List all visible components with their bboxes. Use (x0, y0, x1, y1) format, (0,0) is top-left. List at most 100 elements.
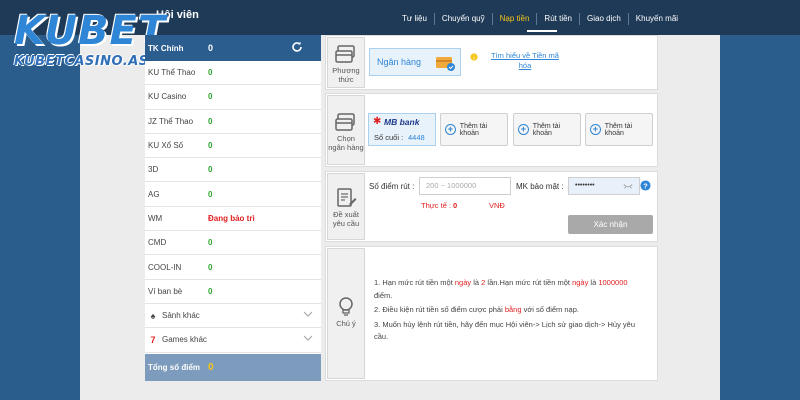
actual-value: 0 (453, 201, 458, 210)
balance-value: 0 (208, 141, 213, 151)
note-item: 3. Muốn hủy lệnh rút tiền, hãy đến mục H… (374, 319, 635, 342)
balance-panel: TK Chính 0 KU Thể Thao 0 KU Casino 0 JZ Th… (145, 35, 321, 381)
eye-icon[interactable] (623, 182, 633, 190)
nav-transfer[interactable]: Chuyển quỹ (433, 13, 492, 25)
balance-name: KU Xổ Số (148, 141, 184, 151)
balance-row: WM Đang bảo trì (145, 207, 321, 232)
bank-name: MB bank (384, 117, 420, 127)
nav-promotions[interactable]: Khuyến mãi (627, 13, 685, 25)
pin-label: MK bảo mật : (516, 182, 564, 191)
lucky-seven-icon: 7 (150, 334, 156, 345)
balance-value: 0 (208, 165, 213, 175)
plus-icon: + (445, 124, 456, 135)
balance-name: AG (148, 189, 160, 199)
bank-caption: Chọn ngân hàng (328, 134, 364, 152)
balance-row: KU Thể Thao 0 (145, 61, 321, 86)
balance-row: 3D 0 (145, 158, 321, 183)
balance-row: KU Casino 0 (145, 85, 321, 110)
balance-name: 3D (148, 165, 159, 175)
selected-bank-card[interactable]: ✱ MB bank Số cuối : 4448 (368, 113, 436, 146)
balance-row: Ví ban bè 0 (145, 280, 321, 304)
note-item: 2. Điều kiện rút tiền số điểm cược phải … (374, 305, 579, 314)
games-label: Games khác (162, 335, 207, 345)
main-account-value: 0 (208, 43, 214, 53)
balance-name: CMD (148, 238, 167, 248)
lobby-expander[interactable]: ♠ Sảnh khác (145, 304, 321, 329)
balance-row: COOL-IN 0 (145, 255, 321, 280)
balance-value: 0 (208, 92, 213, 102)
balance-name: KU Thể Thao (148, 68, 196, 78)
crypto-guide-link[interactable]: Tìm hiểu về Tiền mã hóa (480, 51, 570, 71)
logo-wordmark: KUBET (14, 8, 167, 54)
brand-logo: KUBET KUBETCASINO.ASIA (6, 6, 165, 76)
actual-label: Thực tế : (421, 201, 452, 210)
notes-list: 1. Hạn mức rút tiền một ngày là 2 lần.Hạ… (374, 277, 644, 346)
svg-text:i: i (473, 55, 474, 61)
help-icon[interactable]: ? (640, 180, 651, 191)
balance-value: 0 (208, 262, 213, 272)
nav-active-indicator (527, 30, 557, 32)
balance-name: COOL-IN (148, 262, 182, 272)
request-panel: Đề xuất yêu cầu Số điểm rút : 200 ~ 10000… (325, 171, 658, 242)
plus-icon: + (518, 124, 529, 135)
points-label: Số điểm rút : (369, 182, 415, 191)
balance-row: KU Xổ Số 0 (145, 134, 321, 159)
security-password-input[interactable]: •••••••• (568, 177, 640, 195)
bank-method-label: Ngân hàng (377, 57, 422, 67)
add-account-button[interactable]: + Thêm tài khoản (440, 113, 508, 146)
maintenance-status: Đang bảo trì (208, 213, 255, 223)
main-account-label: TK Chính (148, 43, 184, 53)
mb-bank-star-icon: ✱ (373, 116, 382, 127)
balance-name: KU Casino (148, 92, 187, 102)
card-icon (335, 113, 355, 131)
balance-name: JZ Thể Thao (148, 116, 194, 126)
chevron-down-icon (303, 335, 313, 342)
svg-text:?: ? (643, 181, 648, 190)
chevron-down-icon (303, 311, 313, 317)
balance-value: 0 (208, 238, 213, 248)
total-label: Tổng số điểm (148, 363, 200, 372)
bank-card-icon (436, 57, 455, 71)
bank-panel: Chọn ngân hàng ✱ MB bank Số cuối : 4448 +… (325, 93, 658, 167)
balance-name: WM (148, 213, 163, 223)
currency-label: VNĐ (489, 201, 505, 210)
main-account-row: TK Chính 0 (145, 35, 321, 61)
total-value: 0 (208, 362, 214, 373)
nav-deposit[interactable]: Nạp tiền (491, 13, 537, 25)
method-panel: Phương thức Ngân hàng i Tìm hiểu về Tiền … (325, 35, 658, 90)
balance-value: 0 (208, 286, 213, 296)
refresh-icon[interactable] (291, 41, 303, 53)
logo-domain: KUBETCASINO.ASIA (14, 54, 165, 69)
request-caption: Đề xuất yêu cầu (332, 210, 360, 228)
balance-value: 0 (208, 189, 213, 199)
method-caption: Phương thức (332, 66, 360, 84)
notes-icon-box: Chú ý (327, 248, 365, 379)
notes-caption: Chú ý (336, 319, 356, 328)
nav-profile[interactable]: Tư liệu (395, 13, 434, 25)
balance-row: JZ Thể Thao 0 (145, 110, 321, 134)
balance-value: 0 (208, 68, 213, 78)
nav-transactions[interactable]: Giao dịch (579, 13, 628, 25)
withdraw-points-input[interactable]: 200 ~ 1000000 (419, 177, 511, 195)
note-item: 1. Hạn mức rút tiền một ngày là 2 lần.Hạ… (374, 278, 628, 300)
nav-withdraw[interactable]: Rút tiền (536, 13, 579, 25)
bank-method-option[interactable]: Ngân hàng (369, 48, 461, 76)
confirm-button[interactable]: Xác nhận (568, 215, 653, 234)
spade-icon: ♠ (150, 310, 156, 321)
wallet-icon (335, 45, 355, 63)
lightbulb-icon (339, 297, 353, 316)
balance-name: Ví ban bè (148, 286, 183, 296)
lobby-label: Sảnh khác (162, 311, 200, 321)
balance-value: 0 (208, 116, 213, 126)
add-account-button[interactable]: + Thêm tài khoản (513, 113, 581, 146)
request-icon-box: Đề xuất yêu cầu (327, 173, 365, 240)
games-expander[interactable]: 7 Games khác (145, 328, 321, 353)
plus-icon: + (590, 124, 601, 135)
method-icon-box: Phương thức (327, 37, 365, 88)
balance-row: AG 0 (145, 182, 321, 207)
bank-icon-box: Chọn ngân hàng (327, 95, 365, 165)
document-edit-icon (337, 188, 357, 207)
account-suffix-label: Số cuối : (374, 133, 404, 142)
account-suffix-value: 4448 (408, 133, 425, 142)
add-account-button[interactable]: + Thêm tài khoản (585, 113, 653, 146)
